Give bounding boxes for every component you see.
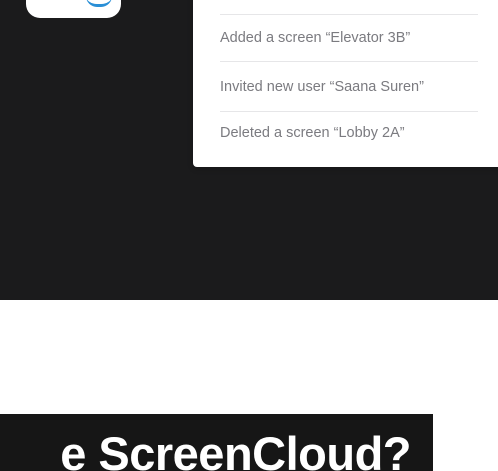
- activity-item: Added a screen “Elevator 3B”: [220, 15, 478, 62]
- activity-item: Invited new user “Saana Suren”: [220, 62, 478, 112]
- activity-card: Added a screen “Elevator 3B” Invited new…: [193, 0, 498, 167]
- activity-item: Deleted a screen “Lobby 2A”: [220, 125, 405, 141]
- section-heading: e ScreenCloud?: [60, 427, 411, 471]
- logo-icon: [86, 0, 112, 7]
- section-heading-banner: e ScreenCloud?: [0, 414, 433, 471]
- app-icon: [26, 0, 121, 18]
- activity-list: Added a screen “Elevator 3B” Invited new…: [220, 14, 478, 154]
- dark-hero-section: Added a screen “Elevator 3B” Invited new…: [0, 0, 498, 300]
